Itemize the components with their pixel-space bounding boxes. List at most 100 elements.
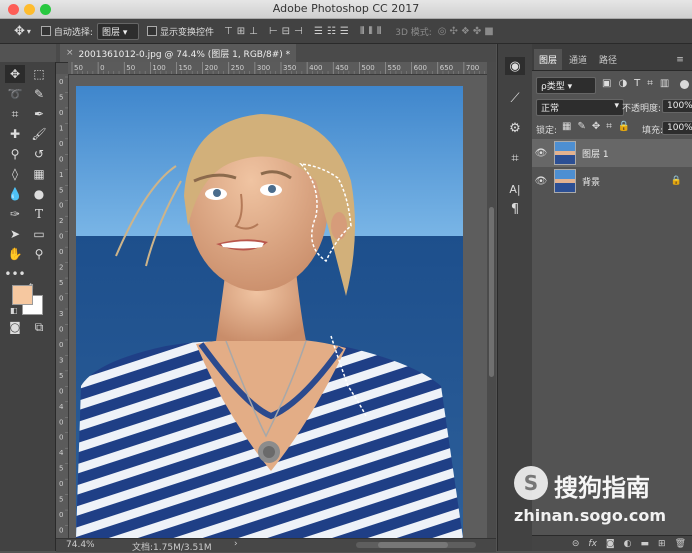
delete-layer-icon[interactable]: 🗑 [675, 539, 686, 549]
marquee-tool-icon[interactable]: ⬚ [29, 65, 49, 83]
clone-stamp-tool-icon[interactable]: ⚲ [5, 145, 25, 163]
document-tab[interactable]: × 2001361012-0.jpg @ 74.4% (图层 1, RGB/8#… [60, 44, 297, 62]
brush-tool-icon[interactable]: 🖌 [29, 125, 49, 143]
3d-mode-label: 3D 模式: [395, 27, 432, 38]
eyedropper-tool-icon[interactable]: ✒ [29, 105, 49, 123]
ruler-tick-label: 0 [59, 202, 63, 210]
new-layer-icon[interactable]: ⊞ [658, 539, 666, 549]
ruler-tick-label: 5 [59, 372, 63, 380]
panel-menu-icon[interactable]: ≡ [672, 49, 688, 70]
auto-select-checkbox[interactable] [40, 25, 54, 37]
edit-toolbar-icon[interactable]: ••• [4, 265, 25, 283]
document-info: 文档:1.75M/3.51M [132, 543, 212, 553]
blend-row: 正常 ▾ 不透明度: 100% [532, 99, 692, 116]
3d-mode-icons[interactable]: ◎✣❖✤■ [438, 26, 497, 37]
eraser-tool-icon[interactable]: ◊ [5, 165, 25, 183]
dodge-tool-icon[interactable]: ● [29, 185, 49, 203]
lock-label: 锁定: [536, 126, 558, 136]
layer-name: 背景 [582, 177, 601, 188]
watermark-logo-text: 搜狗指南 [554, 474, 650, 502]
healing-brush-tool-icon[interactable]: ✚ [5, 125, 25, 143]
vertical-ruler: 0 5 0 1 0 0 1 5 0 2 0 0 2 5 0 3 0 0 3 5 0 4 0 0 4 5 0 5 0 0 [56, 74, 69, 538]
crop-tool-icon[interactable]: ⌗ [5, 105, 25, 123]
adjustment-layer-icon[interactable]: ◐ [624, 539, 632, 549]
eye-icon[interactable]: 👁 [532, 148, 550, 159]
ruler-tick-label: 3 [59, 356, 63, 364]
lock-icons[interactable]: ▦✎✥⌗🔒 [562, 121, 636, 132]
tool-preset-chevron-icon[interactable]: ▾ [27, 27, 31, 36]
blend-mode-dropdown[interactable]: 正常 ▾ [536, 99, 624, 116]
lock-row: 锁定: ▦✎✥⌗🔒 填充: 100% [532, 121, 692, 137]
filter-toggle[interactable] [680, 80, 689, 89]
layers-panel-icon[interactable]: ◉ [505, 57, 525, 75]
close-document-icon[interactable]: × [66, 48, 74, 58]
ruler-tick-label: 5 [59, 186, 63, 194]
auto-select-dropdown[interactable]: 图层 ▾ [96, 22, 139, 40]
tab-layers[interactable]: 图层 [534, 49, 562, 70]
sogou-logo-icon: S [514, 466, 548, 500]
ruler-tick-label: 5 [59, 465, 63, 473]
align-icons[interactable]: ⊤⊞⊥ ⊢⊟⊣ ☰☷☰ ⦀⦀⦀ [224, 26, 385, 37]
hand-tool-icon[interactable]: ✋ [5, 245, 25, 263]
eye-icon[interactable]: 👁 [532, 176, 550, 187]
lasso-tool-icon[interactable]: ➰ [5, 85, 25, 103]
pen-tool-icon[interactable]: ✑ [5, 205, 25, 223]
horizontal-scrollbar[interactable] [356, 542, 476, 548]
horizontal-scrollbar-thumb[interactable] [378, 542, 448, 548]
status-menu-arrow-icon[interactable]: › [234, 539, 238, 549]
foreground-color-swatch[interactable] [12, 285, 33, 305]
filter-icons[interactable]: ▣◑T⌗▥ [602, 78, 676, 89]
move-tool-icon[interactable]: ✥ [5, 65, 25, 83]
quick-mask-icon[interactable]: ◙ [5, 318, 25, 336]
panel-footer: ⊝ fx ◙ ◐ ▬ ⊞ 🗑 [532, 535, 692, 551]
default-colors-icon[interactable]: ◧ [10, 306, 18, 315]
new-group-icon[interactable]: ▬ [641, 539, 650, 549]
ruler-tick-label: 0 [59, 434, 63, 442]
ruler-tick-label: 500 [361, 64, 374, 72]
character-panel-icon[interactable]: A| [505, 180, 525, 198]
opacity-input[interactable]: 100% [662, 99, 692, 113]
quick-selection-tool-icon[interactable]: ✎ [29, 85, 49, 103]
ruler-tick-label: 0 [59, 480, 63, 488]
gradient-tool-icon[interactable]: ▦ [29, 165, 49, 183]
vertical-scrollbar-thumb[interactable] [489, 207, 494, 377]
type-tool-icon[interactable]: T [29, 205, 49, 223]
ruler-tick-label: 0 [59, 527, 63, 535]
filter-kind-dropdown[interactable]: ρ类型 ▾ [536, 77, 596, 94]
screen-mode-icon[interactable]: ⧉ [29, 318, 49, 336]
move-tool-icon[interactable]: ✥ [14, 24, 25, 39]
zoom-tool-icon[interactable]: ⚲ [29, 245, 49, 263]
ruler-tick-label: 0 [59, 511, 63, 519]
layer-thumbnail [554, 141, 576, 165]
filter-row: ρ类型 ▾ ▣◑T⌗▥ [532, 77, 692, 94]
layer-row-background[interactable]: 👁 背景 🔒 [532, 167, 692, 195]
tab-channels[interactable]: 通道 [564, 49, 592, 70]
show-transform-checkbox[interactable] [146, 25, 160, 37]
ruler-tick-label: 50 [74, 64, 83, 72]
history-brush-tool-icon[interactable]: ↺ [29, 145, 49, 163]
layer-thumbnail [554, 169, 576, 193]
watermark-url: zhinan.sogo.com [514, 506, 667, 525]
properties-icon[interactable]: ⚙ [505, 119, 525, 137]
fx-icon[interactable]: fx [588, 539, 597, 549]
blur-tool-icon[interactable]: 💧 [5, 185, 25, 203]
tab-paths[interactable]: 路径 [594, 49, 622, 70]
tools-panel: ✥ ⬚ ➰ ✎ ⌗ ✒ ✚ 🖌 ⚲ ↺ ◊ ▦ 💧 ● ✑ T ➤ ▭ ✋ ⚲ … [0, 62, 56, 551]
brush-settings-icon[interactable]: ⟋ [505, 89, 525, 107]
path-selection-tool-icon[interactable]: ➤ [5, 225, 25, 243]
paragraph-panel-icon[interactable]: ¶ [505, 200, 525, 218]
ruler-tick-label: 150 [179, 64, 192, 72]
add-mask-icon[interactable]: ◙ [606, 539, 615, 549]
vertical-scrollbar[interactable] [487, 62, 496, 538]
rectangle-tool-icon[interactable]: ▭ [29, 225, 49, 243]
ruler-tick-label: 1 [59, 124, 63, 132]
document-tab-bar: × 2001361012-0.jpg @ 74.4% (图层 1, RGB/8#… [56, 44, 496, 63]
layer-row-layer1[interactable]: 👁 图层 1 [532, 139, 692, 167]
document-image[interactable] [76, 86, 463, 538]
link-layers-icon[interactable]: ⊝ [572, 539, 580, 549]
fill-input[interactable]: 100% [662, 121, 692, 135]
zoom-level[interactable]: 74.4% [66, 540, 95, 550]
panel-tabs: 图层 通道 路径 ≡ [532, 44, 692, 71]
crop-panel-icon[interactable]: ⌗ [505, 149, 525, 167]
lock-icon: 🔒 [670, 176, 682, 186]
